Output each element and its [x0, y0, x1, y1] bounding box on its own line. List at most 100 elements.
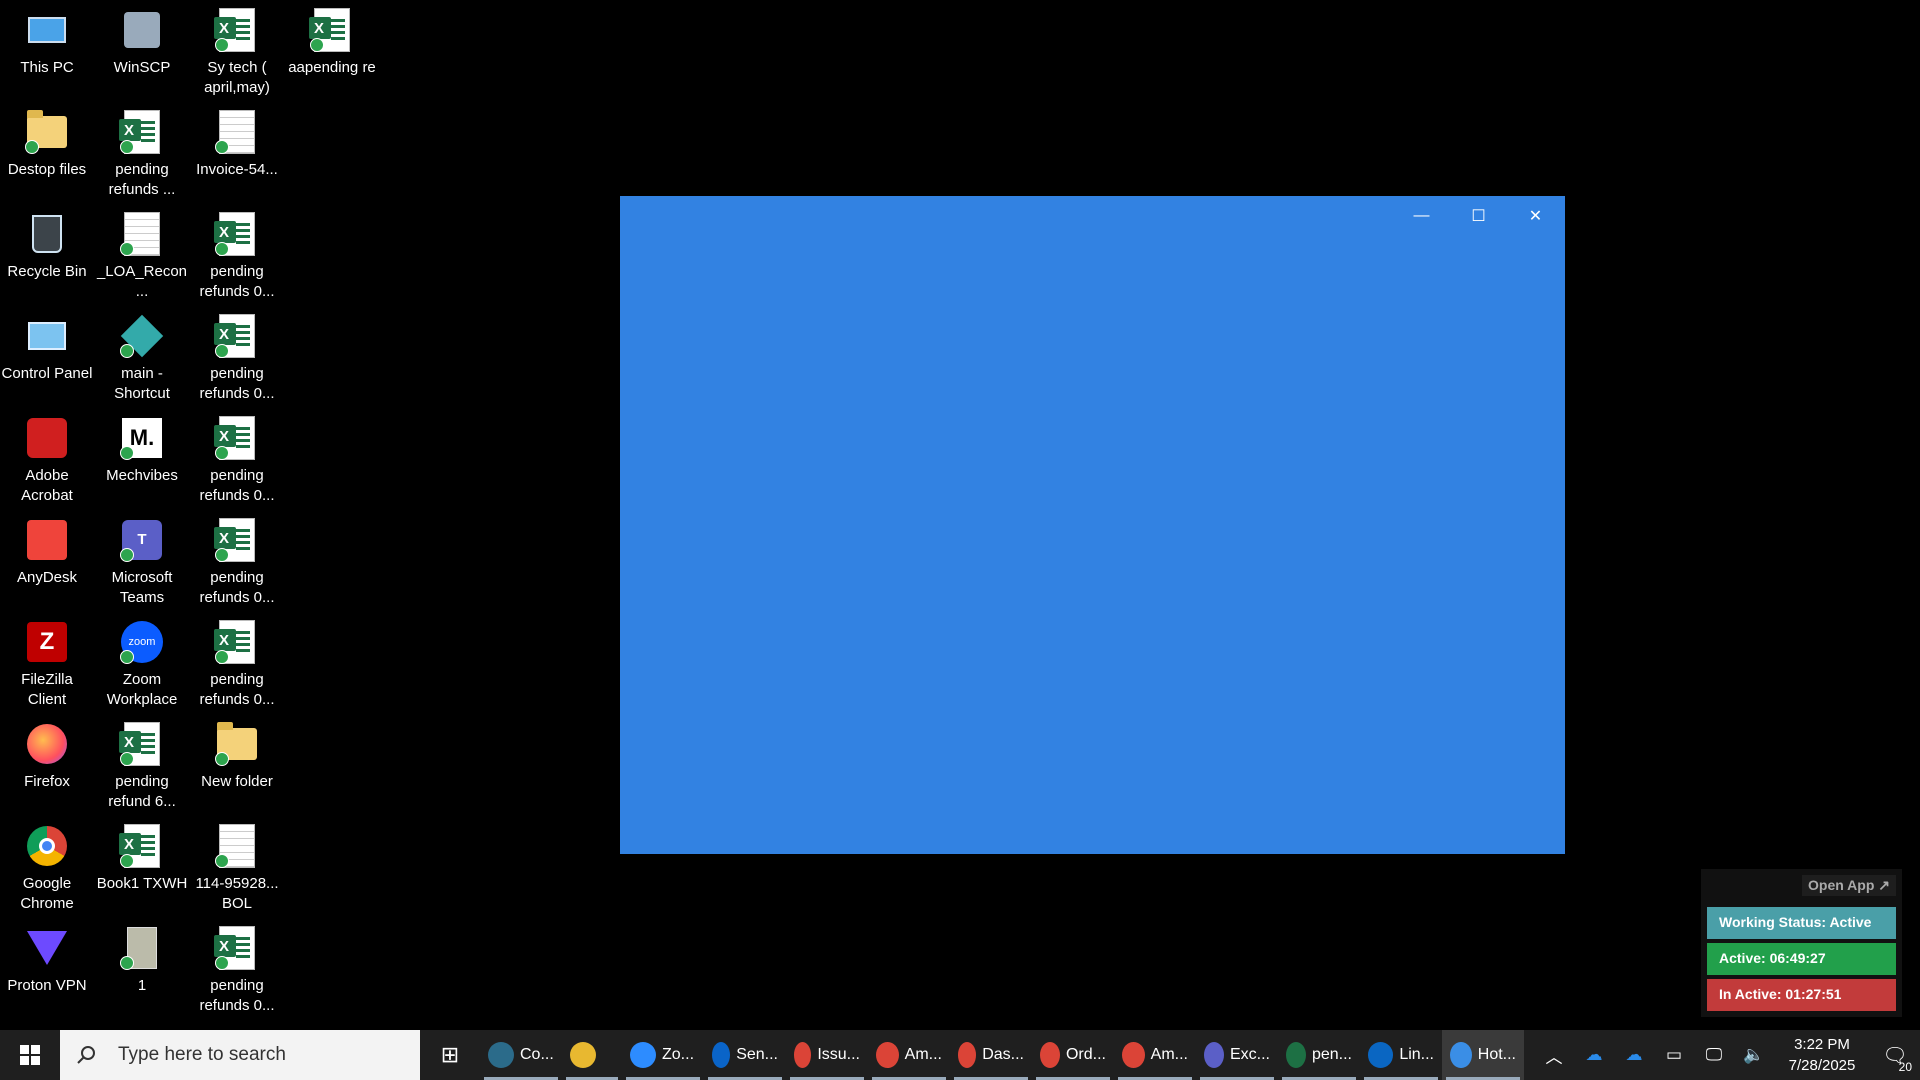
show-hidden-icons-button[interactable]: ︿: [1534, 1030, 1574, 1080]
desktop-icon-label: Microsoft Teams: [111, 569, 173, 606]
minimize-button[interactable]: —: [1393, 196, 1450, 236]
taskbar-search-box[interactable]: Type here to search: [60, 1030, 420, 1080]
chrome-icon: [794, 1042, 812, 1068]
clock[interactable]: 3:22 PM 7/28/2025: [1774, 1034, 1870, 1076]
desktop-icon[interactable]: aapending re: [285, 0, 379, 78]
battery-button[interactable]: ▭: [1654, 1030, 1694, 1080]
desktop-icon[interactable]: Adobe Acrobat: [0, 408, 94, 506]
desktop-icon[interactable]: M. Mechvibes: [95, 408, 189, 486]
desktop-icon[interactable]: 114-95928... BOL: [190, 816, 284, 914]
desktop-icon-label: Invoice-54...: [196, 161, 278, 178]
desktop-icon-label: WinSCP: [113, 59, 171, 76]
blue-app-window[interactable]: — ☐ ✕: [620, 196, 1565, 854]
notification-center-button[interactable]: 🗨 20: [1870, 1030, 1920, 1080]
taskbar-app-shield[interactable]: Hot...: [1442, 1030, 1524, 1080]
recycle-bin-icon: [23, 210, 71, 258]
volume-button[interactable]: 🔈: [1734, 1030, 1774, 1080]
onedrive-personal-button[interactable]: ☁: [1574, 1030, 1614, 1080]
close-icon: ✕: [1528, 208, 1543, 225]
taskbar-app-label: Lin...: [1399, 1046, 1434, 1063]
anydesk-icon: [23, 516, 71, 564]
excel-file-icon: [213, 924, 261, 972]
taskbar-app-label: Hot...: [1477, 1046, 1516, 1063]
chrome-icon: [958, 1042, 977, 1068]
taskbar-app-label: Am...: [904, 1046, 942, 1063]
shortcut-icon: [118, 312, 166, 360]
desktop-icon[interactable]: pending refunds ...: [95, 102, 189, 200]
desktop-icon-label: main - Shortcut: [114, 365, 170, 402]
document-icon: [213, 822, 261, 870]
desktop-icon[interactable]: This PC: [0, 0, 94, 78]
taskbar-app-file-explorer[interactable]: [562, 1030, 622, 1080]
network-button[interactable]: 🖵: [1694, 1030, 1734, 1080]
desktop-icon[interactable]: pending refunds 0...: [190, 306, 284, 404]
desktop-icon-label: aapending re: [288, 59, 376, 76]
onedrive-business-button[interactable]: ☁: [1614, 1030, 1654, 1080]
desktop-icon[interactable]: pending refunds 0...: [190, 408, 284, 506]
cloud-icon: ☁: [1585, 1045, 1603, 1064]
desktop-icon[interactable]: Recycle Bin: [0, 204, 94, 282]
excel-file-icon: [118, 108, 166, 156]
chrome-icon: [1122, 1042, 1145, 1068]
taskbar-app-label: pen...: [1311, 1046, 1352, 1063]
desktop-icon[interactable]: _LOA_Recon...: [95, 204, 189, 302]
desktop-icon[interactable]: pending refunds 0...: [190, 612, 284, 710]
desktop-icon[interactable]: Invoice-54...: [190, 102, 284, 180]
start-button[interactable]: [0, 1030, 60, 1080]
desktop-icon-label: pending refunds ...: [108, 161, 176, 198]
taskbar-app-linkedin[interactable]: Lin...: [1360, 1030, 1442, 1080]
taskbar-app-excel[interactable]: pen...: [1278, 1030, 1360, 1080]
desktop-icon[interactable]: zoom Zoom Workplace: [95, 612, 189, 710]
taskbar-app-chrome[interactable]: Am...: [868, 1030, 950, 1080]
excel-file-icon: [213, 6, 261, 54]
winscp-icon: [118, 6, 166, 54]
desktop-icon-label: pending refunds 0...: [199, 977, 275, 1014]
desktop-icon[interactable]: Destop files: [0, 102, 94, 180]
desktop-icon[interactable]: T Microsoft Teams: [95, 510, 189, 608]
taskbar-app-chrome[interactable]: Issu...: [786, 1030, 868, 1080]
taskbar-app-copilot[interactable]: Co...: [480, 1030, 562, 1080]
open-app-button[interactable]: Open App ↗: [1802, 875, 1896, 896]
excel-file-icon: [213, 414, 261, 462]
taskbar-app-zoom[interactable]: Zo...: [622, 1030, 704, 1080]
chrome-icon: [23, 822, 71, 870]
desktop-icon-label: Mechvibes: [106, 467, 178, 484]
adobe-acrobat-icon: [23, 414, 71, 462]
desktop-icon[interactable]: Z FileZilla Client: [0, 612, 94, 710]
desktop-icon[interactable]: AnyDesk: [0, 510, 94, 588]
taskbar-app-label: Exc...: [1229, 1046, 1270, 1063]
desktop-icon[interactable]: Firefox: [0, 714, 94, 792]
excel-file-icon: [118, 720, 166, 768]
desktop-icon[interactable]: New folder: [190, 714, 284, 792]
taskbar-app-chrome[interactable]: Am...: [1114, 1030, 1196, 1080]
taskbar-app-chrome[interactable]: Ord...: [1032, 1030, 1114, 1080]
taskbar-app-teams[interactable]: Exc...: [1196, 1030, 1278, 1080]
desktop-icon[interactable]: Control Panel: [0, 306, 94, 384]
active-time-badge: Active: 06:49:27: [1707, 943, 1896, 975]
desktop-icon[interactable]: pending refunds 0...: [190, 510, 284, 608]
search-placeholder: Type here to search: [118, 1044, 286, 1065]
chrome-icon: [876, 1042, 899, 1068]
desktop-icon[interactable]: Sy tech ( april,may): [190, 0, 284, 98]
desktop-icon[interactable]: Book1 TXWH: [95, 816, 189, 894]
desktop-icon[interactable]: Proton VPN: [0, 918, 94, 996]
task-view-button[interactable]: ⊞: [420, 1030, 480, 1080]
speaker-icon: 🔈: [1743, 1045, 1765, 1064]
desktop-icon[interactable]: pending refund 6...: [95, 714, 189, 812]
maximize-button[interactable]: ☐: [1450, 196, 1507, 236]
teams-icon: T: [118, 516, 166, 564]
time-tracker-widget: Open App ↗ Working Status: Active Active…: [1701, 869, 1902, 1017]
system-tray: ︿ ☁ ☁ ▭ 🖵 🔈 3:22 PM 7/28/2025 🗨 20: [1534, 1030, 1920, 1080]
desktop-icon[interactable]: pending refunds 0...: [190, 918, 284, 1016]
taskbar-app-chrome[interactable]: Das...: [950, 1030, 1032, 1080]
desktop-icon[interactable]: 1: [95, 918, 189, 996]
desktop-icon[interactable]: main - Shortcut: [95, 306, 189, 404]
desktop-icon-label: AnyDesk: [16, 569, 78, 586]
close-button[interactable]: ✕: [1507, 196, 1564, 236]
excel-file-icon: [118, 822, 166, 870]
desktop-icon[interactable]: Google Chrome: [0, 816, 94, 914]
taskbar-app-outlook[interactable]: Sen...: [704, 1030, 786, 1080]
shield-icon: [1450, 1042, 1472, 1068]
desktop-icon[interactable]: WinSCP: [95, 0, 189, 78]
desktop-icon[interactable]: pending refunds 0...: [190, 204, 284, 302]
